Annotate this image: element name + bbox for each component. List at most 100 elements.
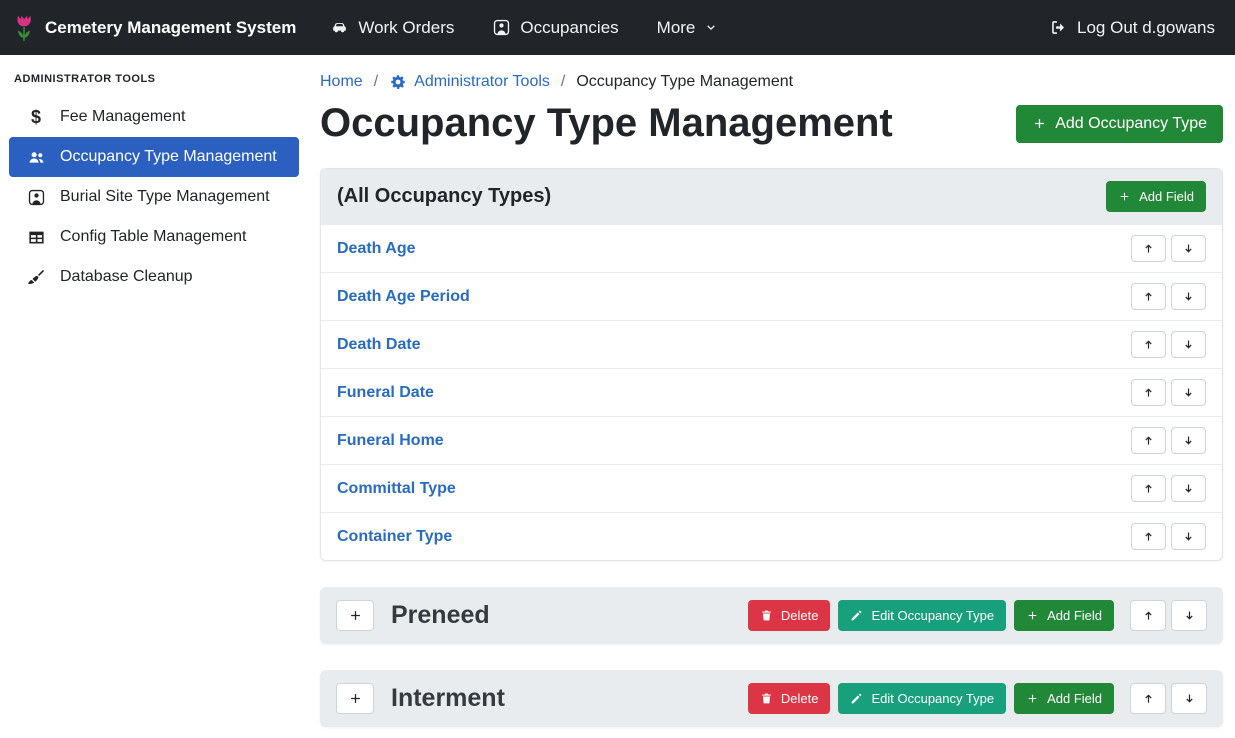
move-down-button[interactable] xyxy=(1171,379,1206,406)
delete-button[interactable]: Delete xyxy=(748,600,831,631)
delete-button[interactable]: Delete xyxy=(748,683,831,714)
arrow-down-icon xyxy=(1182,242,1195,255)
sidebar-item[interactable]: $Fee Management xyxy=(9,97,299,137)
pencil-icon xyxy=(850,692,863,705)
move-up-button[interactable] xyxy=(1131,283,1166,310)
field-link[interactable]: Funeral Home xyxy=(337,432,444,450)
nav-work-orders[interactable]: Work Orders xyxy=(330,18,454,38)
navbar-links: Work Orders Occupancies More xyxy=(330,18,718,38)
reorder-controls xyxy=(1131,283,1206,310)
dollar-icon: $ xyxy=(25,108,47,126)
nav-occupancies[interactable]: Occupancies xyxy=(492,18,618,38)
move-up-button[interactable] xyxy=(1131,523,1166,550)
move-up-button[interactable] xyxy=(1130,600,1166,631)
sidebar-nav: $Fee ManagementOccupancy Type Management… xyxy=(0,97,308,297)
field-link[interactable]: Funeral Date xyxy=(337,384,434,402)
arrow-up-icon xyxy=(1142,242,1155,255)
broom-icon xyxy=(25,268,47,287)
add-field-button[interactable]: Add Field xyxy=(1014,600,1114,631)
fields-list: Death Age Death Age Period Death Date Funer… xyxy=(321,224,1222,560)
logout-label: Log Out d.gowans xyxy=(1077,18,1215,38)
field-link[interactable]: Death Age Period xyxy=(337,288,470,306)
sidebar-item-label: Database Cleanup xyxy=(60,268,193,286)
add-field-button[interactable]: Add Field xyxy=(1014,683,1114,714)
expand-section-button[interactable] xyxy=(336,683,374,714)
plus-icon xyxy=(1026,609,1039,622)
move-up-button[interactable] xyxy=(1131,427,1166,454)
reorder-controls xyxy=(1131,475,1206,502)
add-occupancy-type-button[interactable]: Add Occupancy Type xyxy=(1016,105,1223,143)
field-link[interactable]: Container Type xyxy=(337,528,452,546)
breadcrumb-current: Occupancy Type Management xyxy=(576,73,793,91)
field-row: Committal Type xyxy=(321,464,1222,512)
sidebar-item-label: Burial Site Type Management xyxy=(60,188,270,206)
reorder-controls xyxy=(1131,331,1206,358)
add-field-label: Add Field xyxy=(1139,189,1194,204)
move-down-button[interactable] xyxy=(1171,235,1206,262)
move-down-button[interactable] xyxy=(1171,427,1206,454)
arrow-up-icon xyxy=(1142,386,1155,399)
arrow-up-icon xyxy=(1142,530,1155,543)
field-link[interactable]: Death Date xyxy=(337,336,421,354)
plus-icon xyxy=(1026,692,1039,705)
edit-occupancy-type-button[interactable]: Edit Occupancy Type xyxy=(838,600,1006,631)
reorder-controls xyxy=(1131,379,1206,406)
move-down-button[interactable] xyxy=(1171,600,1207,631)
arrow-down-icon xyxy=(1183,692,1196,705)
sidebar-item[interactable]: Burial Site Type Management xyxy=(9,177,299,217)
move-up-button[interactable] xyxy=(1131,379,1166,406)
arrow-up-icon xyxy=(1142,290,1155,303)
sidebar-item-label: Config Table Management xyxy=(60,228,247,246)
sections-list: PreneedDeleteEdit Occupancy TypeAdd Fiel… xyxy=(320,587,1223,727)
field-row: Death Age Period xyxy=(321,272,1222,320)
sidebar-heading: Administrator Tools xyxy=(0,63,308,97)
arrow-down-icon xyxy=(1182,290,1195,303)
sidebar-item[interactable]: Config Table Management xyxy=(9,217,299,257)
arrow-up-icon xyxy=(1142,482,1155,495)
add-field-button[interactable]: Add Field xyxy=(1106,181,1206,212)
sidebar-item[interactable]: Database Cleanup xyxy=(9,257,299,297)
card-header: (All Occupancy Types) Add Field xyxy=(321,169,1222,224)
move-up-button[interactable] xyxy=(1131,475,1166,502)
plus-icon xyxy=(1032,116,1047,131)
logout-button[interactable]: Log Out d.gowans xyxy=(1049,18,1215,38)
pencil-icon xyxy=(850,609,863,622)
arrow-up-icon xyxy=(1142,338,1155,351)
delete-label: Delete xyxy=(781,608,819,623)
occupancy-type-section: PreneedDeleteEdit Occupancy TypeAdd Fiel… xyxy=(320,587,1223,644)
move-up-button[interactable] xyxy=(1131,331,1166,358)
plus-icon xyxy=(348,691,363,706)
reorder-controls xyxy=(1131,427,1206,454)
table-icon xyxy=(25,228,47,247)
move-down-button[interactable] xyxy=(1171,475,1206,502)
arrow-down-icon xyxy=(1182,338,1195,351)
move-down-button[interactable] xyxy=(1171,523,1206,550)
car-icon xyxy=(330,18,349,37)
arrow-down-icon xyxy=(1182,530,1195,543)
move-down-button[interactable] xyxy=(1171,331,1206,358)
field-row: Container Type xyxy=(321,512,1222,560)
breadcrumb-home-link[interactable]: Home xyxy=(320,73,363,91)
reorder-controls xyxy=(1130,600,1207,631)
nav-occupancies-label: Occupancies xyxy=(520,18,618,38)
edit-occupancy-type-button[interactable]: Edit Occupancy Type xyxy=(838,683,1006,714)
breadcrumb-admin-tools-link[interactable]: Administrator Tools xyxy=(389,73,550,91)
move-down-button[interactable] xyxy=(1171,683,1207,714)
field-link[interactable]: Death Age xyxy=(337,240,416,258)
field-link[interactable]: Committal Type xyxy=(337,480,456,498)
move-up-button[interactable] xyxy=(1130,683,1166,714)
expand-section-button[interactable] xyxy=(336,600,374,631)
section-title: Interment xyxy=(391,684,505,713)
app-brand[interactable]: Cemetery Management System xyxy=(12,14,296,42)
add-field-label: Add Field xyxy=(1047,608,1102,623)
tulip-logo-icon xyxy=(12,14,36,42)
card-title: (All Occupancy Types) xyxy=(337,185,551,208)
trash-icon xyxy=(760,692,773,705)
app-title: Cemetery Management System xyxy=(45,18,296,38)
field-row: Death Age xyxy=(321,224,1222,272)
sidebar-item[interactable]: Occupancy Type Management xyxy=(9,137,299,177)
breadcrumb-separator: / xyxy=(561,73,565,91)
nav-more[interactable]: More xyxy=(657,18,719,38)
move-down-button[interactable] xyxy=(1171,283,1206,310)
move-up-button[interactable] xyxy=(1131,235,1166,262)
